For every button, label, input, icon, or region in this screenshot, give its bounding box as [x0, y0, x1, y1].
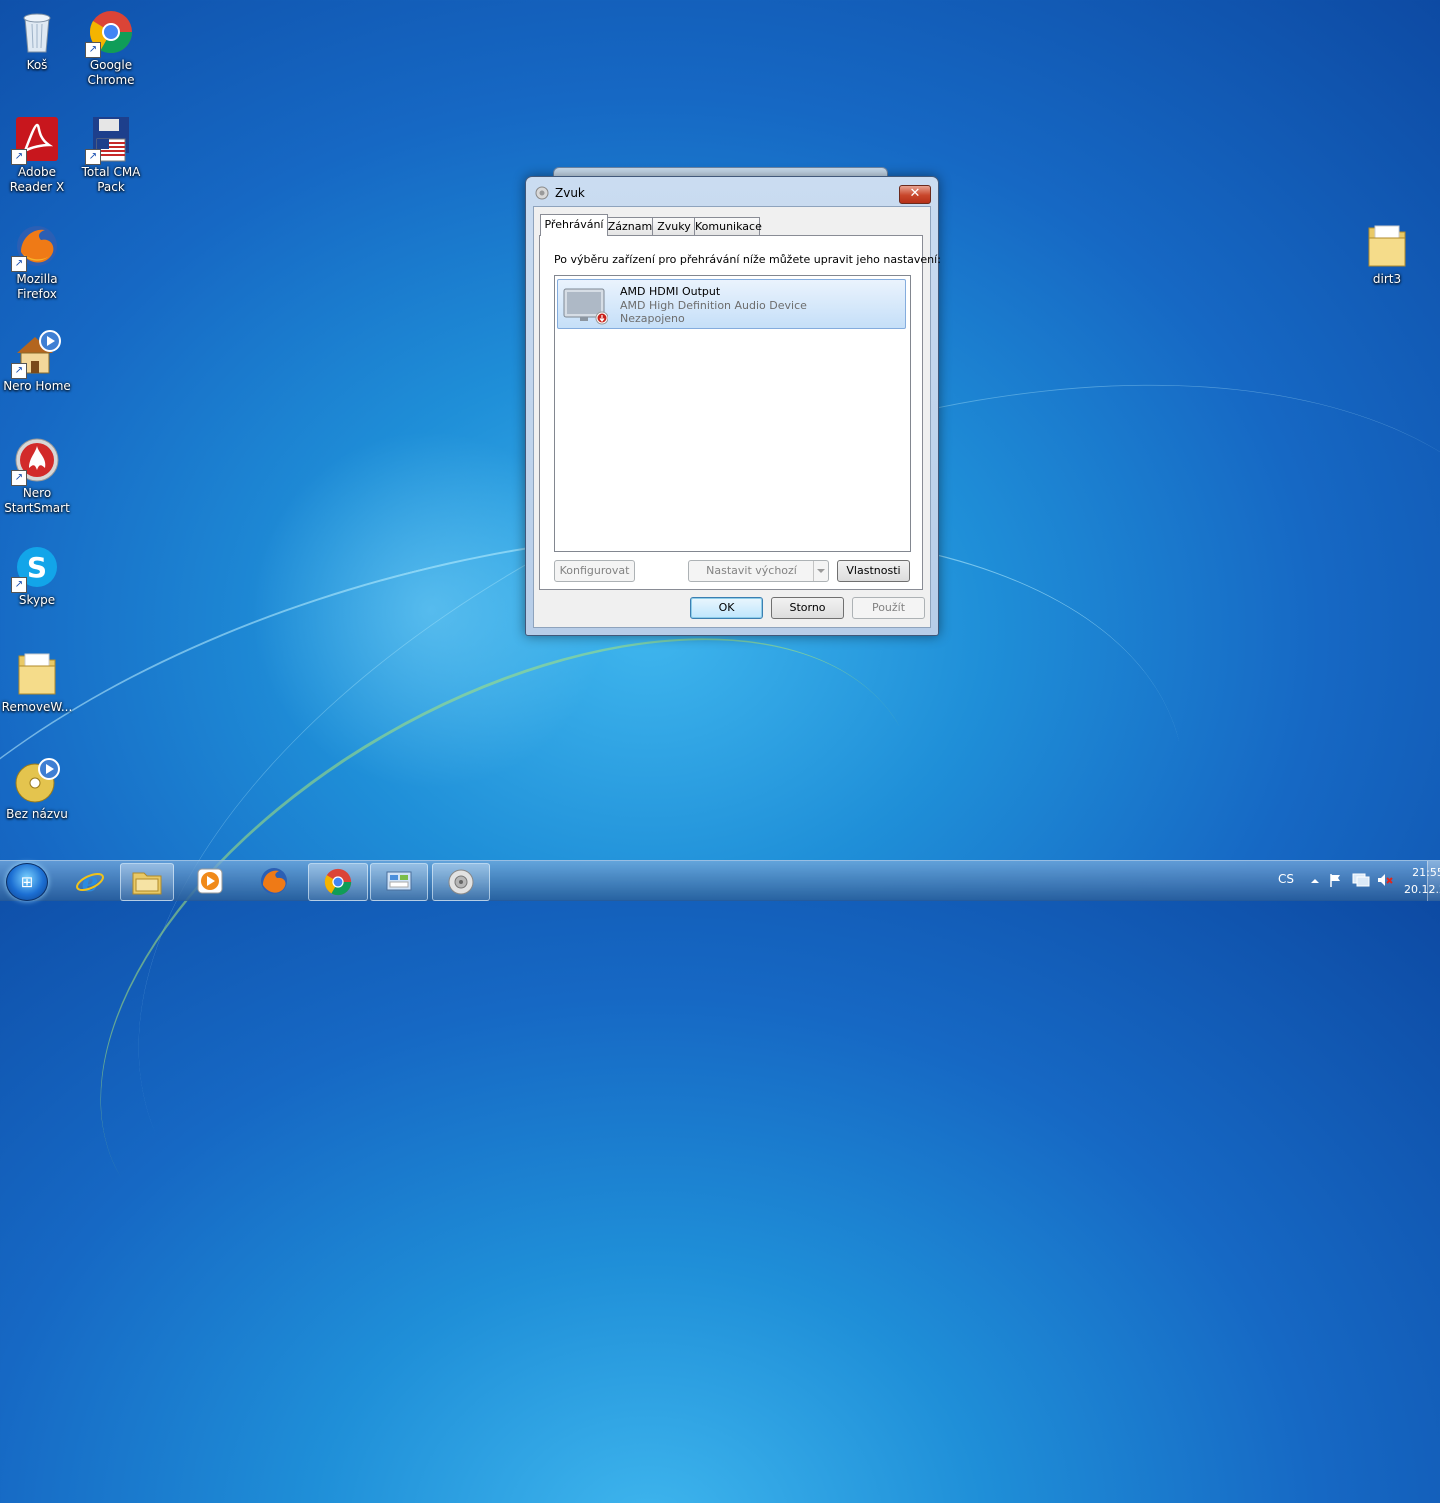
desktop-icon-removew-folder[interactable]: RemoveW... [0, 650, 74, 715]
wallpaper-swoosh [0, 508, 1026, 1395]
speaker-icon [535, 186, 549, 204]
desktop-icon-label: Bez názvu [6, 807, 68, 821]
desktop-icon-google-chrome[interactable]: ↗ Google Chrome [74, 8, 148, 88]
monitor-icon [562, 287, 609, 325]
tab-playback[interactable]: Přehrávání [540, 214, 608, 236]
apply-button[interactable]: Použít [852, 597, 925, 619]
internet-explorer-icon: e [76, 868, 104, 898]
desktop-icon-label: dirt3 [1372, 272, 1402, 286]
cancel-button[interactable]: Storno [771, 597, 844, 619]
sound-dialog: Zvuk ✕ Přehrávání Záznam Zvuky Komunikac… [525, 176, 941, 636]
desktop-icon-nero-startsmart[interactable]: ↗ Nero StartSmart [0, 436, 74, 516]
close-button[interactable]: ✕ [899, 185, 931, 204]
desktop-icon-recycle-bin[interactable]: Koš [0, 8, 74, 73]
network-icon[interactable] [1352, 872, 1370, 891]
device-list[interactable]: AMD HDMI Output AMD High Definition Audi… [554, 275, 911, 552]
taskbar-firefox[interactable] [246, 863, 302, 899]
instruction-text: Po výběru zařízení pro přehrávání níže m… [554, 253, 941, 266]
set-default-label: Nastavit výchozí [706, 564, 797, 577]
desktop-icon-label: Nero Home [3, 379, 71, 393]
nero-home-icon: ↗ [11, 329, 61, 379]
shortcut-arrow-icon: ↗ [11, 363, 27, 379]
firefox-icon [261, 868, 287, 894]
taskbar: ⊞ e CS 21:55 20.12.2011 [0, 860, 1440, 901]
tab-recording[interactable]: Záznam [606, 217, 654, 236]
skype-icon: S ↗ [11, 543, 61, 593]
system-tray: CS 21:55 20.12.2011 [1240, 861, 1440, 901]
desktop-icon-adobe-reader[interactable]: ↗ Adobe Reader X [0, 115, 74, 195]
device-subtitle: AMD High Definition Audio Device [620, 299, 807, 312]
tab-communications[interactable]: Komunikace [694, 217, 762, 236]
shortcut-arrow-icon: ↗ [11, 256, 27, 272]
properties-button[interactable]: Vlastnosti [837, 560, 910, 582]
configure-button[interactable]: Konfigurovat [554, 560, 635, 582]
tab-panel-playback: Po výběru zařízení pro přehrávání níže m… [539, 235, 941, 590]
folder-icon [1363, 222, 1411, 270]
shortcut-arrow-icon: ↗ [85, 42, 101, 58]
shortcut-arrow-icon: ↗ [11, 470, 27, 486]
device-status: Nezapojeno [620, 312, 685, 325]
control-panel-icon [386, 871, 412, 891]
svg-text:S: S [27, 551, 47, 584]
set-default-split-button[interactable]: Nastavit výchozí [688, 560, 829, 582]
taskbar-chrome[interactable] [308, 863, 368, 901]
adobe-reader-icon: ↗ [11, 115, 61, 165]
taskbar-explorer[interactable] [120, 863, 174, 901]
dialog-titlebar[interactable]: Zvuk ✕ [526, 177, 938, 207]
desktop-icon-label: Mozilla Firefox [16, 272, 58, 301]
taskbar-control-panel[interactable] [370, 863, 428, 901]
dialog-client: Přehrávání Záznam Zvuky Komunikace Po vý… [533, 206, 941, 628]
shortcut-arrow-icon: ↗ [11, 149, 27, 165]
taskbar-internet-explorer[interactable]: e [62, 863, 118, 899]
list-item-device[interactable]: AMD HDMI Output AMD High Definition Audi… [557, 279, 906, 329]
speaker-icon [448, 869, 474, 895]
desktop-icon-label: Adobe Reader X [9, 165, 65, 194]
device-name: AMD HDMI Output [620, 285, 721, 298]
svg-text:e: e [82, 868, 99, 896]
desktop-icon-skype[interactable]: S ↗ Skype [0, 543, 74, 608]
nero-disc-icon [13, 757, 61, 805]
language-indicator[interactable]: CS [1278, 872, 1294, 886]
folder-icon [13, 650, 61, 698]
total-cma-pack-icon: ↗ [85, 115, 135, 165]
nero-startsmart-icon: ↗ [11, 436, 61, 486]
shortcut-arrow-icon: ↗ [85, 149, 101, 165]
desktop-icon-label: RemoveW... [1, 700, 73, 714]
chrome-icon [324, 868, 352, 896]
desktop-icon-label: Total CMA Pack [81, 165, 141, 194]
desktop-icon-nero-home[interactable]: ↗ Nero Home [0, 329, 74, 394]
chevron-down-icon[interactable] [813, 561, 828, 581]
action-center-flag-icon[interactable] [1328, 872, 1344, 891]
show-desktop-button[interactable] [1427, 861, 1440, 901]
desktop-icon-bez-nazvu[interactable]: Bez názvu [0, 757, 74, 822]
tab-sounds[interactable]: Zvuky [652, 217, 696, 236]
firefox-icon: ↗ [11, 222, 61, 272]
taskbar-sound[interactable] [432, 863, 490, 901]
dialog-title: Zvuk [555, 186, 585, 200]
ok-button[interactable]: OK [690, 597, 763, 619]
volume-muted-icon[interactable] [1376, 872, 1394, 891]
recycle-bin-icon [13, 8, 61, 56]
desktop-icon-label: Nero StartSmart [4, 486, 70, 515]
desktop-icon-label: Google Chrome [87, 58, 135, 87]
desktop-icon-total-cma-pack[interactable]: ↗ Total CMA Pack [74, 115, 148, 195]
desktop-icon-label: Koš [26, 58, 48, 72]
taskbar-media-player[interactable] [182, 863, 238, 899]
chrome-icon: ↗ [85, 8, 135, 58]
desktop-icon-dirt3-folder[interactable]: dirt3 [1350, 222, 1424, 287]
desktop-icon-mozilla-firefox[interactable]: ↗ Mozilla Firefox [0, 222, 74, 302]
shortcut-arrow-icon: ↗ [11, 577, 27, 593]
desktop-icon-label: Skype [18, 593, 56, 607]
folder-icon [132, 872, 162, 895]
start-button[interactable]: ⊞ [6, 863, 48, 901]
show-hidden-icons-icon[interactable] [1310, 875, 1320, 889]
media-player-icon [197, 868, 223, 894]
